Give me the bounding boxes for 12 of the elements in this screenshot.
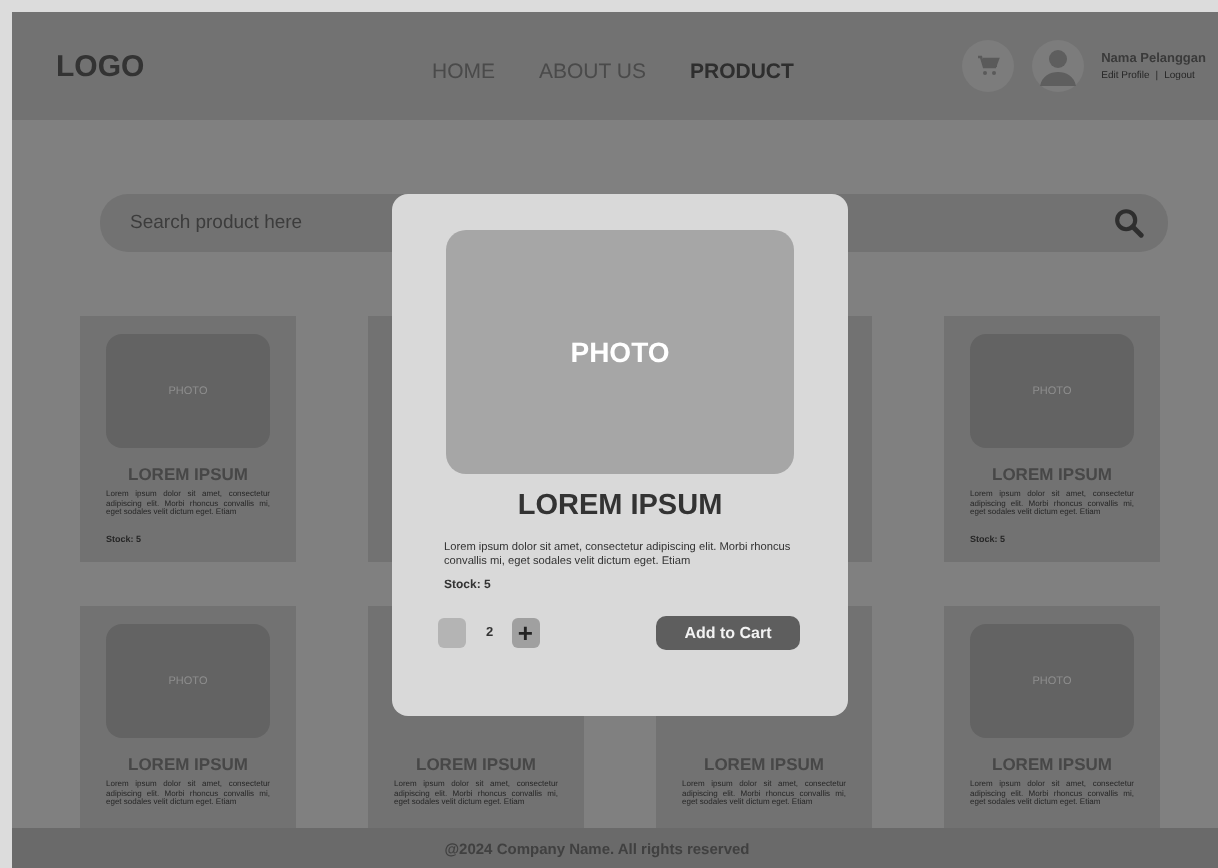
cart-button[interactable] <box>961 40 1014 92</box>
photo-label: PHOTO <box>570 336 670 368</box>
product-title: LOREM IPSUM <box>517 490 723 522</box>
avatar-icon <box>1037 46 1078 86</box>
search-icon[interactable] <box>1114 208 1144 238</box>
logo: LOGO <box>56 49 147 83</box>
decrease-button[interactable] <box>438 618 466 648</box>
nav-link[interactable]: PRODUCT <box>689 60 794 84</box>
add-to-cart-button[interactable]: Add to Cart <box>656 616 800 650</box>
cart-icon <box>975 54 1000 78</box>
increase-button[interactable]: + <box>511 618 540 648</box>
avatar-button[interactable] <box>1031 40 1084 92</box>
